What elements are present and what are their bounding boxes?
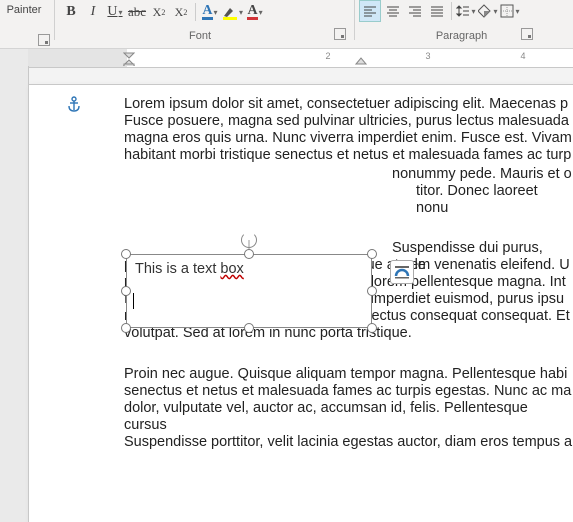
bold-button[interactable]: B xyxy=(61,2,81,22)
resize-handle-w[interactable] xyxy=(121,286,131,296)
first-line-indent-icon[interactable] xyxy=(123,52,135,66)
horizontal-ruler[interactable]: 1 2 3 4 xyxy=(0,49,573,68)
resize-handle-sw[interactable] xyxy=(121,323,131,333)
ruler-corner xyxy=(0,49,29,67)
resize-handle-s[interactable] xyxy=(244,323,254,333)
borders-button[interactable]: ▾ xyxy=(500,1,520,21)
align-right-button[interactable] xyxy=(405,1,425,21)
italic-button[interactable]: I xyxy=(83,2,103,22)
line-spacing-button[interactable]: ▾ xyxy=(456,1,476,21)
superscript-button[interactable]: X2 xyxy=(171,2,191,22)
layout-options-button[interactable] xyxy=(390,260,414,284)
font-dialog-launcher-icon[interactable] xyxy=(334,28,346,40)
textbox-text[interactable]: This is a text xyxy=(135,261,220,277)
paragraph[interactable]: Lorem ipsum dolor sit amet, consectetuer… xyxy=(124,96,573,164)
text-caret xyxy=(133,293,134,309)
shading-button[interactable]: ▾ xyxy=(478,1,498,21)
format-painter-label[interactable]: Painter xyxy=(0,4,48,16)
justify-button[interactable] xyxy=(427,1,447,21)
resize-handle-nw[interactable] xyxy=(121,249,131,259)
paragraph-fragment[interactable]: nonummy pede. Mauris et o xyxy=(392,166,572,183)
vertical-ruler[interactable] xyxy=(0,66,29,522)
font-color-effects-button[interactable]: A▾ xyxy=(200,2,220,22)
ruler-tick: 3 xyxy=(425,51,430,61)
font-group-label: Font xyxy=(50,30,350,42)
ruler-tick: 4 xyxy=(520,51,525,61)
separator xyxy=(195,3,196,21)
separator xyxy=(451,2,452,20)
clipboard-dialog-launcher-icon[interactable] xyxy=(38,34,50,46)
resize-handle-se[interactable] xyxy=(367,323,377,333)
spellcheck-word[interactable]: box xyxy=(220,261,243,277)
ribbon: B I U▾ abc X2 X2 A▾ ▾ A▾ xyxy=(0,0,573,49)
textbox[interactable]: This is a text box xyxy=(126,254,372,328)
tab-stop-icon[interactable] xyxy=(355,56,367,66)
rotation-handle-icon[interactable] xyxy=(241,232,257,248)
font-color-button[interactable]: A▾ xyxy=(245,2,265,22)
underline-button[interactable]: U▾ xyxy=(105,2,125,22)
resize-handle-n[interactable] xyxy=(244,249,254,259)
paragraph-fragment[interactable]: titor. Donec laoreet nonu xyxy=(416,183,573,217)
highlight-button[interactable]: ▾ xyxy=(222,2,243,22)
resize-handle-e[interactable] xyxy=(367,286,377,296)
align-center-button[interactable] xyxy=(383,1,403,21)
subscript-button[interactable]: X2 xyxy=(149,2,169,22)
ruler-tick: 2 xyxy=(325,51,330,61)
paragraph[interactable]: Proin nec augue. Quisque aliquam tempor … xyxy=(124,366,573,452)
align-left-button[interactable] xyxy=(359,0,381,22)
paragraph-dialog-launcher-icon[interactable] xyxy=(521,28,533,40)
paragraph-group-label: Paragraph xyxy=(350,30,573,42)
textbox-selection[interactable]: This is a text box xyxy=(126,254,372,328)
strikethrough-button[interactable]: abc xyxy=(127,2,147,22)
resize-handle-ne[interactable] xyxy=(367,249,377,259)
anchor-icon xyxy=(66,96,82,115)
ruler-margin xyxy=(28,49,127,67)
